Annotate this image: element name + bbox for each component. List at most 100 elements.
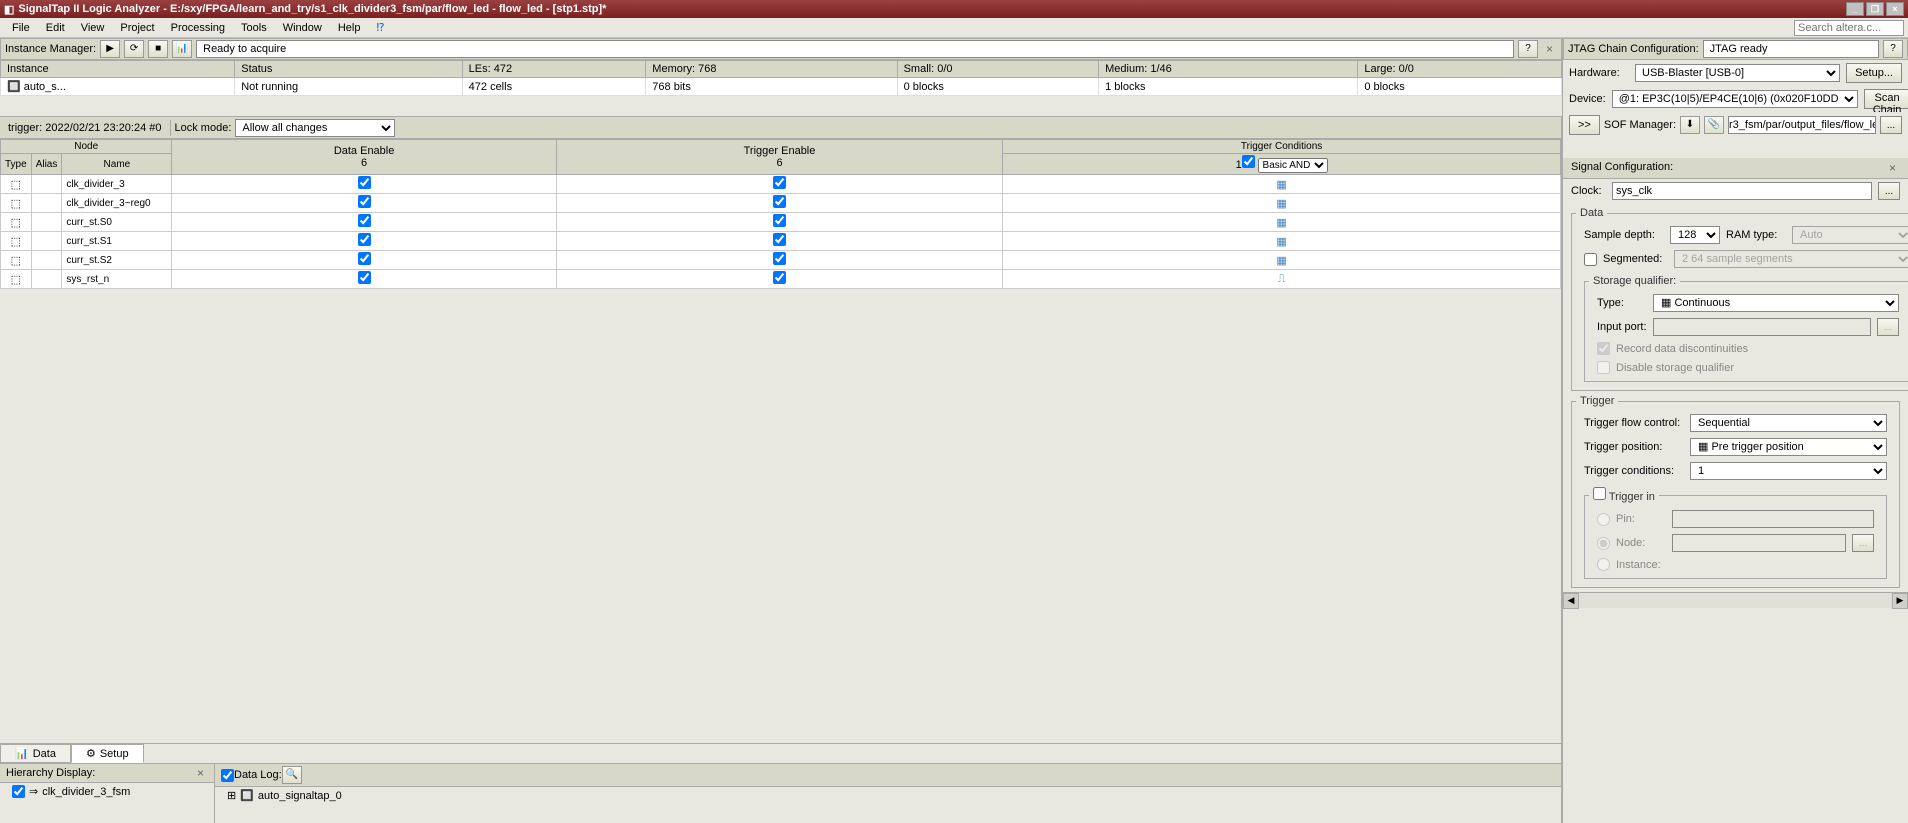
de-checkbox[interactable] bbox=[358, 214, 371, 227]
te-checkbox[interactable] bbox=[773, 233, 786, 246]
sample-depth-select[interactable]: 128 bbox=[1670, 226, 1720, 244]
datalog-item[interactable]: ⊞🔲auto_signaltap_0 bbox=[215, 787, 1561, 804]
setup-button[interactable]: Setup... bbox=[1846, 63, 1902, 83]
col-memory[interactable]: Memory: 768 bbox=[646, 61, 897, 78]
record-disc-checkbox bbox=[1597, 342, 1610, 355]
trigger-in-checkbox[interactable] bbox=[1593, 487, 1606, 500]
tc-sub[interactable]: 1 Basic AND bbox=[1003, 154, 1561, 175]
sof-path-input[interactable] bbox=[1728, 116, 1876, 134]
hier-close[interactable]: × bbox=[193, 766, 208, 780]
node-row[interactable]: ⬚curr_st.S2▦ bbox=[1, 251, 1561, 270]
instance-row[interactable]: 🔲 auto_s... Not running 472 cells 768 bi… bbox=[1, 78, 1562, 96]
right-scrollbar[interactable]: ◀ ▶ bbox=[1563, 592, 1908, 608]
tfc-select[interactable]: Sequential bbox=[1690, 414, 1887, 432]
de-checkbox[interactable] bbox=[358, 252, 371, 265]
segmented-checkbox[interactable] bbox=[1584, 253, 1597, 266]
tc-header[interactable]: Trigger Conditions bbox=[1003, 140, 1561, 154]
node-row[interactable]: ⬚curr_st.S0▦ bbox=[1, 213, 1561, 232]
node-row[interactable]: ⬚clk_divider_3▦ bbox=[1, 175, 1561, 194]
menu-processing[interactable]: Processing bbox=[163, 20, 233, 36]
window-title: SignalTap II Logic Analyzer - E:/sxy/FPG… bbox=[18, 3, 606, 15]
scan-chain-button[interactable]: Scan Chain bbox=[1864, 89, 1908, 109]
te-checkbox[interactable] bbox=[773, 252, 786, 265]
read-data-button[interactable]: 📊 bbox=[172, 40, 192, 58]
menu-edit[interactable]: Edit bbox=[38, 20, 73, 36]
de-checkbox[interactable] bbox=[358, 233, 371, 246]
datalog-checkbox[interactable] bbox=[221, 769, 234, 782]
hier-checkbox[interactable] bbox=[12, 785, 25, 798]
menu-project[interactable]: Project bbox=[112, 20, 162, 36]
de-checkbox[interactable] bbox=[358, 271, 371, 284]
col-instance[interactable]: Instance bbox=[1, 61, 235, 78]
sigcfg-close[interactable]: × bbox=[1885, 161, 1900, 175]
maximize-button[interactable]: ❐ bbox=[1866, 2, 1884, 16]
search-input[interactable] bbox=[1794, 20, 1904, 36]
menu-tools[interactable]: Tools bbox=[233, 20, 275, 36]
jtag-help-button[interactable]: ? bbox=[1883, 40, 1903, 58]
te-checkbox[interactable] bbox=[773, 214, 786, 227]
sof-browse-button[interactable]: ... bbox=[1880, 116, 1902, 134]
sof-label: SOF Manager: bbox=[1604, 119, 1676, 131]
menu-file[interactable]: File bbox=[4, 20, 38, 36]
te-header[interactable]: Trigger Enable6 bbox=[556, 140, 1002, 175]
close-button[interactable]: × bbox=[1886, 2, 1904, 16]
alias-header[interactable]: Alias bbox=[31, 154, 62, 175]
signal-in-icon: ⬚ bbox=[11, 255, 21, 267]
tcn-select[interactable]: 1 bbox=[1690, 462, 1887, 480]
clock-input[interactable] bbox=[1612, 182, 1872, 200]
acquire-status: Ready to acquire bbox=[196, 40, 1514, 58]
sof-open-button[interactable]: 📎 bbox=[1704, 116, 1724, 134]
datalog-tool-button[interactable]: 🔍 bbox=[282, 766, 302, 784]
col-small[interactable]: Small: 0/0 bbox=[897, 61, 1099, 78]
expand-icon[interactable]: ⊞ bbox=[227, 789, 236, 802]
trigger-condition-cell[interactable]: ⎍ bbox=[1003, 270, 1561, 289]
run-analysis-button[interactable]: ▶ bbox=[100, 40, 120, 58]
te-checkbox[interactable] bbox=[773, 195, 786, 208]
col-status[interactable]: Status bbox=[235, 61, 462, 78]
clock-browse-button[interactable]: ... bbox=[1878, 182, 1900, 200]
trigger-condition-cell[interactable]: ▦ bbox=[1003, 175, 1561, 194]
trigger-condition-cell[interactable]: ▦ bbox=[1003, 251, 1561, 270]
menu-help[interactable]: Help bbox=[330, 20, 369, 36]
trigger-condition-cell[interactable]: ▦ bbox=[1003, 232, 1561, 251]
hardware-select[interactable]: USB-Blaster [USB-0] bbox=[1635, 64, 1840, 82]
device-select[interactable]: @1: EP3C(10|5)/EP4CE(10|6) (0x020F10DD bbox=[1612, 90, 1858, 108]
attach-sof-button[interactable]: >> bbox=[1569, 115, 1600, 135]
te-checkbox[interactable] bbox=[773, 176, 786, 189]
autorun-button[interactable]: ⟳ bbox=[124, 40, 144, 58]
col-les[interactable]: LEs: 472 bbox=[462, 61, 646, 78]
program-button[interactable]: ⬇ bbox=[1680, 116, 1700, 134]
tab-setup[interactable]: ⚙Setup bbox=[71, 744, 144, 763]
de-checkbox[interactable] bbox=[358, 176, 371, 189]
te-checkbox[interactable] bbox=[773, 271, 786, 284]
scroll-left[interactable]: ◀ bbox=[1563, 593, 1579, 609]
col-large[interactable]: Large: 0/0 bbox=[1358, 61, 1562, 78]
trigger-condition-cell[interactable]: ▦ bbox=[1003, 194, 1561, 213]
col-medium[interactable]: Medium: 1/46 bbox=[1099, 61, 1358, 78]
de-header[interactable]: Data Enable6 bbox=[172, 140, 556, 175]
tp-select[interactable]: ▦ Pre trigger position bbox=[1690, 438, 1887, 456]
tab-data[interactable]: 📊Data bbox=[0, 744, 71, 763]
help-button[interactable]: ? bbox=[1518, 40, 1538, 58]
scroll-right[interactable]: ▶ bbox=[1892, 593, 1908, 609]
sigcfg-title: Signal Configuration: bbox=[1571, 161, 1673, 175]
hierarchy-item[interactable]: ⇒clk_divider_3_fsm bbox=[0, 783, 214, 800]
jtag-title: JTAG Chain Configuration: bbox=[1568, 43, 1699, 55]
node-row[interactable]: ⬚clk_divider_3~reg0▦ bbox=[1, 194, 1561, 213]
menu-window[interactable]: Window bbox=[275, 20, 330, 36]
stop-button[interactable]: ■ bbox=[148, 40, 168, 58]
dont-care-icon: ▦ bbox=[1276, 236, 1286, 248]
minimize-button[interactable]: _ bbox=[1846, 2, 1864, 16]
de-checkbox[interactable] bbox=[358, 195, 371, 208]
sq-type-select[interactable]: ▦ Continuous bbox=[1653, 294, 1899, 312]
node-row[interactable]: ⬚curr_st.S1▦ bbox=[1, 232, 1561, 251]
name-header[interactable]: Name bbox=[62, 154, 172, 175]
lock-mode-select[interactable]: Allow all changes bbox=[235, 119, 395, 137]
inst-panel-close[interactable]: × bbox=[1542, 42, 1557, 56]
trigger-condition-cell[interactable]: ▦ bbox=[1003, 213, 1561, 232]
menu-view[interactable]: View bbox=[73, 20, 113, 36]
help-icon[interactable]: ⁉ bbox=[368, 19, 392, 36]
node-row[interactable]: ⬚sys_rst_n⎍ bbox=[1, 270, 1561, 289]
node-name: sys_rst_n bbox=[62, 270, 172, 289]
type-header[interactable]: Type bbox=[1, 154, 32, 175]
